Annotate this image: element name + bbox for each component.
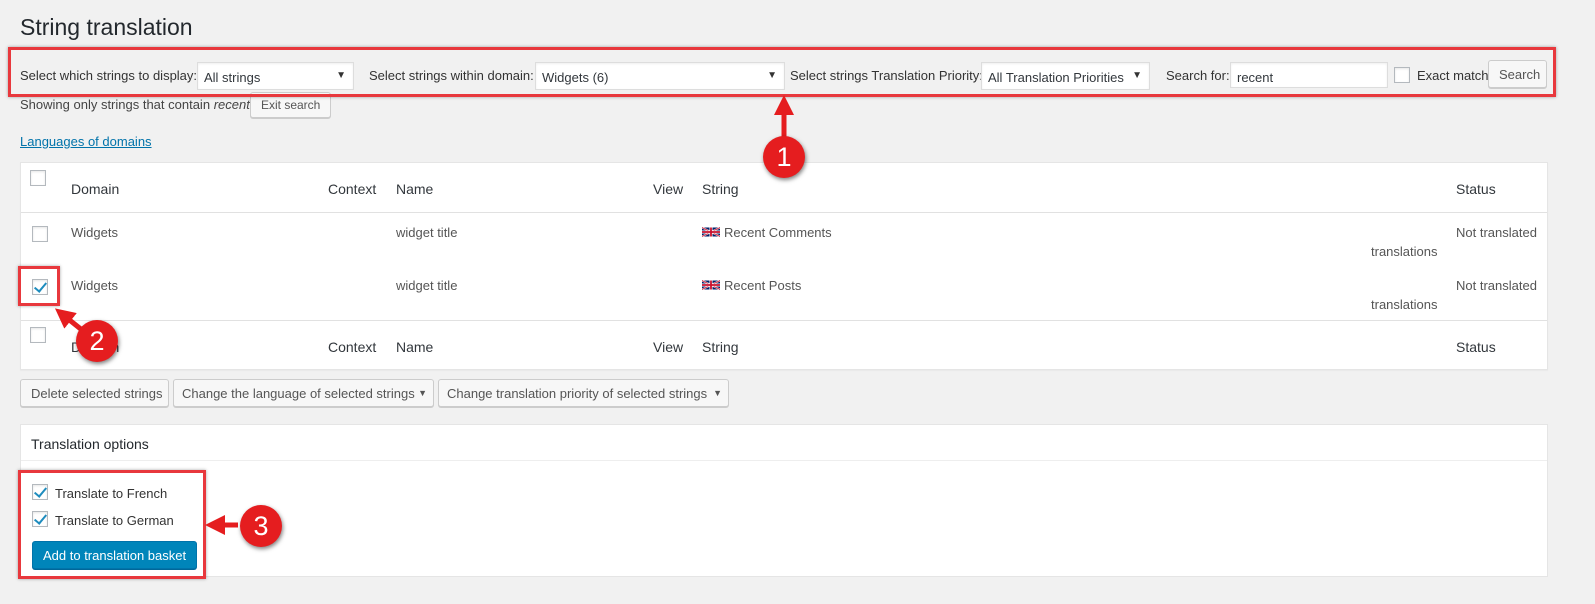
arrow-to-checkbox	[54, 308, 84, 332]
annotation-arrows	[54, 95, 794, 535]
annotation-badge-3: 3	[240, 505, 282, 547]
annotation-badge-1: 1	[763, 136, 805, 178]
annotation-badge-2: 2	[76, 320, 118, 362]
